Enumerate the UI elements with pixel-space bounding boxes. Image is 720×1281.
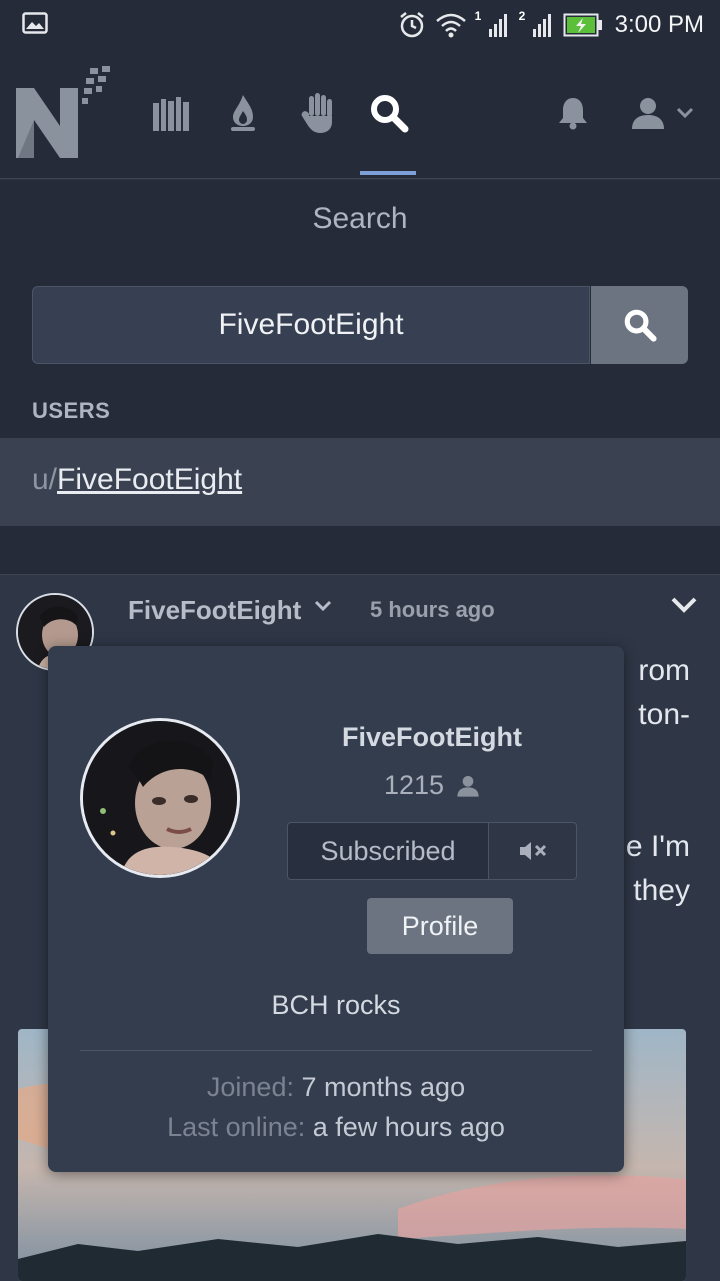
search-button[interactable] (591, 286, 688, 364)
joined-label: Joined: (206, 1072, 294, 1102)
site-logo[interactable] (14, 64, 114, 160)
profile-button[interactable]: Profile (367, 898, 513, 954)
section-spacer (0, 526, 720, 574)
user-result-row[interactable]: u/FiveFootEight (0, 438, 720, 526)
user-icon (457, 775, 479, 797)
active-tab-indicator (360, 171, 416, 175)
mute-button[interactable] (489, 822, 577, 880)
subscribed-button[interactable]: Subscribed (287, 822, 489, 880)
status-bar: 1 2 3:00 PM (0, 0, 720, 50)
user-result-link[interactable]: FiveFootEight (57, 463, 242, 496)
last-online-value: a few hours ago (312, 1112, 505, 1142)
wifi-icon (435, 13, 466, 38)
search-section: FiveFootEight USERS (0, 258, 720, 438)
battery-charging-icon (563, 13, 602, 37)
user-bio: BCH rocks (271, 990, 401, 1020)
flame-icon[interactable] (218, 88, 268, 138)
page-title: Search (0, 180, 720, 258)
hand-icon[interactable] (292, 88, 342, 138)
last-online-info: Last online: a few hours ago (48, 1112, 624, 1143)
bell-icon[interactable] (548, 88, 598, 138)
user-icon (632, 98, 664, 129)
last-online-label: Last online: (167, 1112, 306, 1142)
subscriber-count-row: 1215 (280, 770, 584, 801)
library-icon[interactable] (146, 88, 196, 138)
user-menu-button[interactable] (622, 88, 702, 138)
post-timestamp: 5 hours ago (370, 597, 495, 622)
clock: 3:00 PM (614, 11, 704, 38)
search-input[interactable]: FiveFootEight (32, 286, 590, 364)
joined-value: 7 months ago (301, 1072, 466, 1102)
mute-icon (519, 842, 546, 860)
divider (80, 1050, 592, 1051)
signal-sim1-icon: 1 (475, 9, 511, 41)
subscription-controls: Subscribed (287, 822, 577, 882)
collapse-chevron-icon[interactable] (670, 595, 698, 615)
user-card-username[interactable]: FiveFootEight (280, 722, 584, 753)
search-icon (624, 309, 657, 342)
joined-info: Joined: 7 months ago (48, 1072, 624, 1103)
user-prefix: u/ (32, 463, 58, 496)
subscriber-count: 1215 (383, 770, 445, 800)
gallery-notification-icon (22, 12, 48, 34)
signal-sim2-icon: 2 (519, 9, 555, 41)
user-hover-card: FiveFootEight 1215 Subscribed Profile BC… (48, 646, 624, 1172)
post-author-name[interactable]: FiveFootEight (128, 595, 301, 626)
chevron-down-icon[interactable] (314, 599, 332, 613)
search-icon[interactable] (364, 88, 414, 138)
user-card-avatar[interactable] (80, 718, 240, 878)
alarm-icon (399, 12, 424, 38)
top-navigation (0, 50, 720, 179)
chevron-down-icon (676, 107, 694, 119)
users-section-label: USERS (32, 398, 111, 423)
